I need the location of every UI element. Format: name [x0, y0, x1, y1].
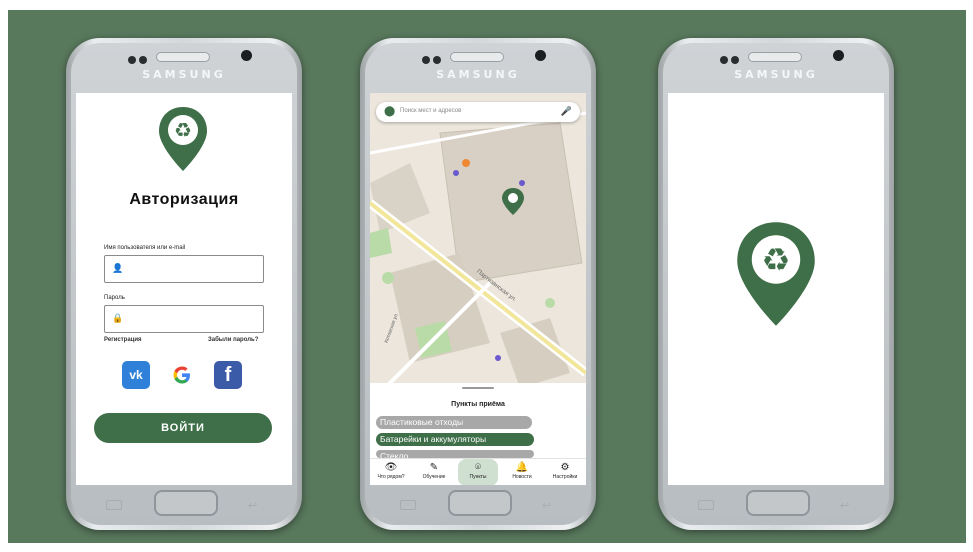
tab-points[interactable]: ⌾ Пункты	[458, 459, 498, 485]
home-button[interactable]	[746, 490, 810, 516]
tab-learning[interactable]: ✎ Обучение	[414, 459, 454, 485]
page-title: Авторизация	[129, 191, 239, 208]
splash-screen: ♻	[668, 93, 884, 485]
chip-plastic[interactable]: Пластиковые отходы	[376, 416, 532, 429]
home-button[interactable]	[154, 490, 218, 516]
edit-icon: ✎	[429, 462, 439, 473]
tab-settings[interactable]: ⚙ Настройки	[545, 459, 585, 485]
search-input[interactable]: Поиск мест и адресов	[400, 108, 461, 114]
user-icon: 👤	[112, 263, 124, 273]
front-camera	[833, 50, 844, 61]
phone-login: SAMSUNG ♻ Авторизация Имя пользователя и…	[66, 38, 302, 530]
chip-batteries[interactable]: Батарейки и аккумуляторы	[376, 433, 534, 446]
tab-news[interactable]: 🔔 Новости	[502, 459, 542, 485]
backdrop: SAMSUNG ♻ Авторизация Имя пользователя и…	[8, 10, 966, 543]
sensors	[720, 51, 742, 69]
speaker-grille	[450, 52, 504, 62]
sheet-title: Пункты приёма	[451, 401, 505, 408]
location-pin-icon: ⬤	[384, 106, 396, 117]
map-screen: ⬤ Поиск мест и адресов 🎤 Партизанская ул…	[370, 93, 586, 485]
svg-text:♻: ♻	[762, 241, 791, 279]
username-label: Имя пользователя или e-mail	[104, 245, 186, 251]
back-key[interactable]: ↩	[840, 501, 854, 512]
phone-splash: SAMSUNG ♻ ↩	[658, 38, 894, 530]
password-field[interactable]: 🔒	[104, 305, 264, 333]
recycle-pin-icon: ♻	[157, 105, 209, 178]
gear-icon: ⚙	[560, 462, 570, 473]
recent-apps-key[interactable]	[106, 500, 122, 510]
recycle-pin-icon: ♻	[734, 218, 818, 335]
brand-label: SAMSUNG	[142, 68, 226, 81]
home-button[interactable]	[448, 490, 512, 516]
login-button[interactable]: ВОЙТИ	[94, 413, 272, 443]
sensors	[128, 51, 150, 69]
speaker-grille	[748, 52, 802, 62]
tab-label: Пункты	[469, 474, 487, 480]
front-camera	[241, 50, 252, 61]
register-link[interactable]: Регистрация	[104, 337, 142, 343]
phone-map: SAMSUNG ⬤ Поиск мест и адресов 🎤 Партиза…	[360, 38, 596, 530]
tab-nearby[interactable]: 👁 Что рядом?	[371, 459, 411, 485]
recent-apps-key[interactable]	[698, 500, 714, 510]
tab-label: Что рядом?	[377, 474, 405, 480]
eye-icon: 👁	[384, 462, 398, 473]
svg-text:♻: ♻	[174, 118, 192, 142]
back-key[interactable]: ↩	[248, 501, 262, 512]
map-view[interactable]	[370, 93, 586, 395]
brand-label: SAMSUNG	[436, 68, 520, 81]
sensors	[422, 51, 444, 69]
username-field[interactable]: 👤	[104, 255, 264, 283]
sheet-handle[interactable]	[462, 387, 494, 389]
chip-glass[interactable]: Стекло	[376, 450, 534, 458]
password-label: Пароль	[104, 295, 125, 301]
microphone-icon[interactable]: 🎤	[561, 106, 572, 117]
brand-label: SAMSUNG	[734, 68, 818, 81]
tab-label: Обучение	[422, 474, 446, 480]
vk-icon[interactable]: vk	[122, 361, 150, 389]
login-screen: ♻ Авторизация Имя пользователя или e-mai…	[76, 93, 292, 485]
speaker-grille	[156, 52, 210, 62]
tab-label: Настройки	[552, 474, 578, 480]
back-key[interactable]: ↩	[542, 501, 556, 512]
search-bar[interactable]: ⬤ Поиск мест и адресов 🎤	[376, 102, 580, 122]
pin-icon: ⌾	[475, 462, 481, 473]
lock-icon: 🔒	[112, 313, 124, 323]
recent-apps-key[interactable]	[400, 500, 416, 510]
facebook-icon[interactable]: f	[214, 361, 242, 389]
bottom-tab-bar: 👁 Что рядом? ✎ Обучение ⌾ Пункты 🔔 Новости ⚙…	[370, 458, 586, 485]
front-camera	[535, 50, 546, 61]
google-icon[interactable]	[168, 361, 196, 389]
forgot-password-link[interactable]: Забыли пароль?	[208, 337, 258, 343]
bell-icon: 🔔	[515, 462, 529, 473]
tab-label: Новости	[512, 474, 532, 480]
